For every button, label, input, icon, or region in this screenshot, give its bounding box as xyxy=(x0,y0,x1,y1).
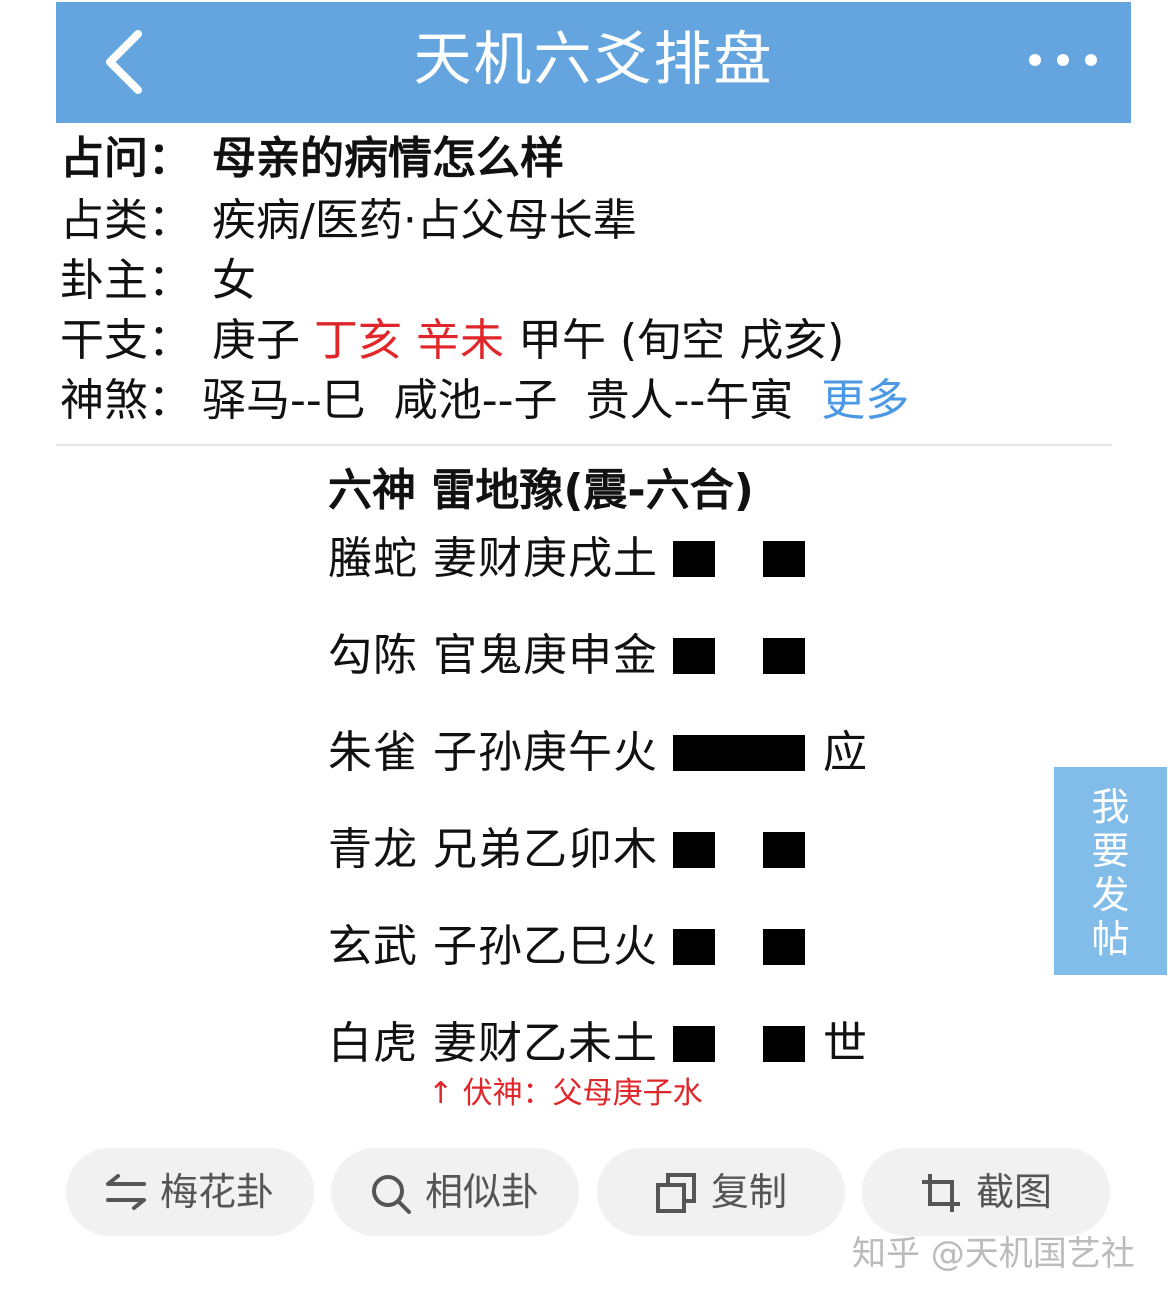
plum-blossom-button[interactable]: 梅花卦 xyxy=(66,1148,314,1236)
screenshot-button[interactable]: 截图 xyxy=(862,1148,1110,1236)
category-label: 占类： xyxy=(60,195,192,246)
post-button[interactable]: 我要发帖 xyxy=(1054,767,1167,975)
ganzhi-year: 庚子 xyxy=(212,315,300,366)
more-dots-icon xyxy=(1029,54,1097,66)
hexagram-line-label: 勾陈 官鬼庚申金 xyxy=(328,630,658,681)
shensha-more-link[interactable]: 更多 xyxy=(821,375,909,426)
hexagram-title: 六神 雷地豫(震-六合) xyxy=(328,465,754,516)
crop-icon xyxy=(922,1174,960,1212)
shensha-value: 驿马--巳 咸池--子 贵人--午寅 更多 xyxy=(202,372,909,430)
ganzhi-hour: 甲午 xyxy=(518,315,606,366)
category-value: 疾病/医药·占父母长辈 xyxy=(212,195,637,246)
shensha-item: 咸池--子 xyxy=(393,375,558,426)
yin-line-segment xyxy=(673,638,715,674)
shensha-label: 神煞： xyxy=(60,375,192,426)
hexagram-line-label: 螣蛇 妻财庚戌土 xyxy=(328,533,658,584)
shensha-item: 贵人--午寅 xyxy=(585,375,794,426)
copy-button[interactable]: 复制 xyxy=(597,1148,845,1236)
owner-value: 女 xyxy=(212,255,256,306)
ganzhi-xunkong: (旬空 戌亥) xyxy=(620,315,845,366)
toolbar-label: 相似卦 xyxy=(425,1170,540,1214)
question-label: 占问： xyxy=(60,133,192,184)
hexagram-line-label: 朱雀 子孙庚午火 xyxy=(328,727,658,778)
similar-hexagram-button[interactable]: 相似卦 xyxy=(331,1148,579,1236)
top-bar: 天机六爻排盘 xyxy=(56,2,1131,123)
line-mark: 世 xyxy=(823,1018,867,1069)
yang-line xyxy=(673,735,805,771)
toolbar-label: 复制 xyxy=(711,1170,788,1214)
fushen-note: ↑ 伏神：父母庚子水 xyxy=(428,1076,703,1111)
ganzhi-day: 辛未 xyxy=(416,315,504,366)
owner-label: 卦主： xyxy=(60,255,192,306)
post-button-label: 我要发帖 xyxy=(1091,785,1130,961)
toolbar-label: 梅花卦 xyxy=(160,1170,275,1214)
yin-line-segment xyxy=(673,832,715,868)
line-mark: 应 xyxy=(823,727,867,778)
ganzhi-label: 干支： xyxy=(60,315,192,366)
yin-line-segment xyxy=(763,1026,805,1062)
yin-line-segment xyxy=(673,1026,715,1062)
yin-line-segment xyxy=(763,638,805,674)
hexagram-line-label: 青龙 兄弟乙卯木 xyxy=(328,824,658,875)
question-value: 母亲的病情怎么样 xyxy=(212,133,564,184)
toolbar-label: 截图 xyxy=(976,1170,1053,1214)
yin-line-segment xyxy=(763,832,805,868)
shensha-item: 驿马--巳 xyxy=(202,375,366,426)
hexagram-line-label: 玄武 子孙乙巳火 xyxy=(328,921,658,972)
ganzhi-value: 庚子 丁亥 辛未 甲午 (旬空 戌亥) xyxy=(212,312,844,370)
yin-line-segment xyxy=(763,541,805,577)
ganzhi-month: 丁亥 xyxy=(314,315,402,366)
watermark: 知乎 @天机国艺社 xyxy=(852,1234,1135,1274)
divider xyxy=(56,444,1112,446)
page-title: 天机六爻排盘 xyxy=(413,25,774,93)
more-button[interactable] xyxy=(1023,40,1103,80)
yin-line-segment xyxy=(673,929,715,965)
yin-line-segment xyxy=(673,541,715,577)
copy-icon xyxy=(656,1173,696,1213)
yin-line-segment xyxy=(763,929,805,965)
hexagram-line-label: 白虎 妻财乙未土 xyxy=(328,1018,658,1069)
search-icon xyxy=(372,1175,411,1214)
swap-icon xyxy=(106,1174,146,1210)
